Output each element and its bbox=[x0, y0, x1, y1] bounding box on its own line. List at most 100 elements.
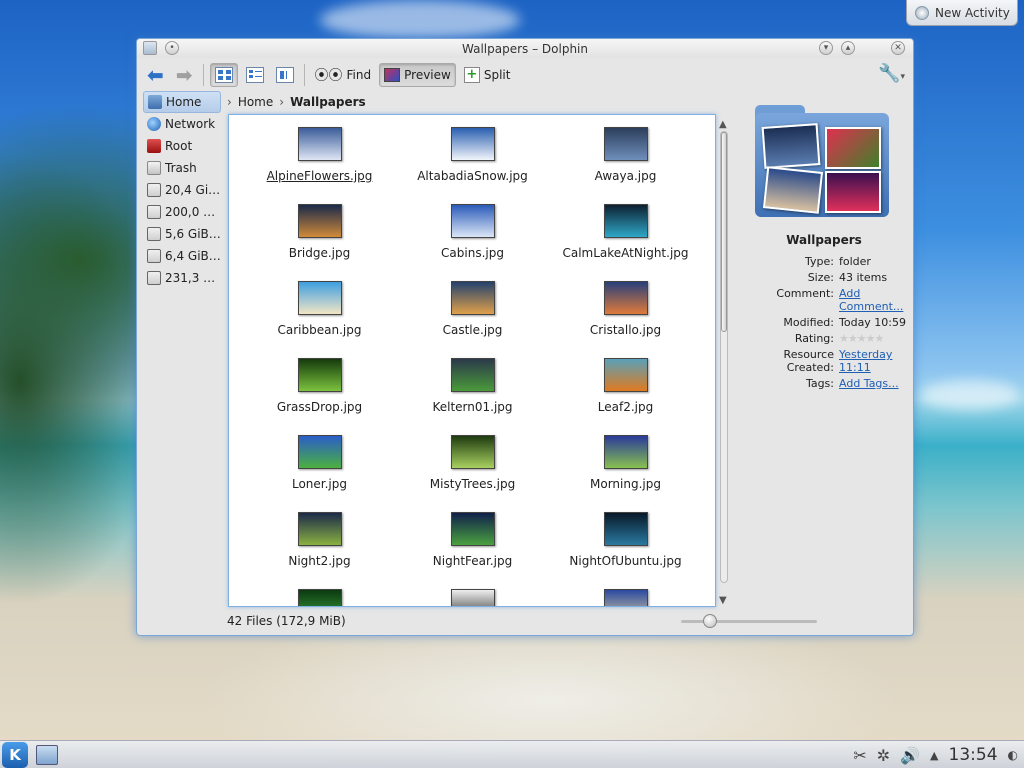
file-item[interactable]: Bridge.jpg bbox=[243, 204, 396, 281]
breadcrumb-current[interactable]: Wallpapers bbox=[290, 95, 366, 109]
vertical-scrollbar[interactable]: ▲ ▼ bbox=[717, 119, 731, 606]
chevron-right-icon: › bbox=[227, 95, 232, 109]
scroll-track[interactable] bbox=[720, 131, 728, 583]
drive-icon bbox=[147, 183, 161, 197]
add-tags-link[interactable]: Add Tags... bbox=[839, 377, 909, 390]
file-item[interactable]: AlpineFlowers.jpg bbox=[243, 127, 396, 204]
places-item[interactable]: Root bbox=[143, 135, 221, 157]
split-button[interactable]: + Split bbox=[460, 63, 515, 87]
file-item[interactable]: Leaf2.jpg bbox=[549, 358, 702, 435]
file-item[interactable]: NightFear.jpg bbox=[396, 512, 549, 589]
file-item[interactable]: AltabadiaSnow.jpg bbox=[396, 127, 549, 204]
main-toolbar: ⬅ ➡ ⦿⦿ Find Preview + Split 🔧▾ bbox=[137, 59, 913, 91]
places-item[interactable]: Network bbox=[143, 113, 221, 135]
drive-icon bbox=[147, 271, 161, 285]
places-item[interactable]: 200,0 … bbox=[143, 201, 221, 223]
icons-view-button[interactable] bbox=[209, 63, 238, 87]
columns-view-button[interactable] bbox=[272, 63, 298, 87]
info-size-row: Size: 43 items bbox=[739, 271, 909, 284]
back-arrow-icon: ⬅ bbox=[147, 63, 164, 87]
network-manager-icon[interactable]: ✲ bbox=[877, 746, 890, 765]
places-item[interactable]: 231,3 … bbox=[143, 267, 221, 289]
pin-icon[interactable]: • bbox=[165, 41, 179, 55]
root-folder-icon bbox=[147, 139, 161, 153]
close-icon[interactable]: ✕ bbox=[891, 41, 905, 55]
file-item[interactable]: Keltern01.jpg bbox=[396, 358, 549, 435]
scroll-thumb[interactable] bbox=[721, 132, 727, 332]
file-thumbnail bbox=[603, 358, 648, 392]
details-view-icon bbox=[245, 67, 264, 83]
rating-stars[interactable]: ★★★★★ bbox=[839, 332, 909, 345]
file-thumbnail bbox=[603, 435, 648, 469]
created-date-link[interactable]: Yesterday 11:11 bbox=[839, 348, 909, 374]
tray-expand-icon[interactable]: ▲ bbox=[930, 749, 938, 762]
window-titlebar[interactable]: • Wallpapers – Dolphin ▾ ▴ ✕ bbox=[137, 39, 913, 58]
task-dolphin-icon[interactable] bbox=[36, 744, 58, 765]
zoom-slider-handle[interactable] bbox=[703, 614, 717, 628]
info-splitter[interactable] bbox=[733, 91, 737, 631]
maximize-icon[interactable]: ▴ bbox=[841, 41, 855, 55]
file-item[interactable]: Morning.jpg bbox=[549, 435, 702, 512]
scroll-down-icon[interactable]: ▼ bbox=[719, 595, 727, 606]
preview-thumb bbox=[761, 123, 821, 169]
status-summary: 42 Files (172,9 MiB) bbox=[227, 614, 346, 628]
file-item[interactable]: Cristallo.jpg bbox=[549, 281, 702, 358]
file-item[interactable] bbox=[243, 589, 396, 606]
file-item[interactable]: Castle.jpg bbox=[396, 281, 549, 358]
preview-button[interactable]: Preview bbox=[379, 63, 456, 87]
kde-menu-button[interactable]: K bbox=[2, 741, 28, 768]
file-thumbnail bbox=[450, 281, 495, 315]
file-thumbnail bbox=[297, 512, 342, 546]
back-button[interactable]: ⬅ bbox=[143, 63, 168, 87]
add-comment-link[interactable]: Add Comment... bbox=[839, 287, 909, 313]
file-grid: AlpineFlowers.jpg AltabadiaSnow.jpg Awaya.… bbox=[243, 127, 703, 606]
details-view-button[interactable] bbox=[242, 63, 268, 87]
places-item[interactable]: Home bbox=[143, 91, 221, 113]
cashew-icon[interactable]: ◐ bbox=[1008, 748, 1018, 762]
forward-button[interactable]: ➡ bbox=[172, 63, 197, 87]
places-item[interactable]: Trash bbox=[143, 157, 221, 179]
file-item[interactable]: MistyTrees.jpg bbox=[396, 435, 549, 512]
file-item[interactable]: GrassDrop.jpg bbox=[243, 358, 396, 435]
places-item[interactable]: 5,6 GiB… bbox=[143, 223, 221, 245]
find-label: Find bbox=[346, 68, 372, 82]
info-title: Wallpapers bbox=[786, 233, 862, 247]
clock[interactable]: 13:54 bbox=[949, 745, 998, 765]
places-item-label: Network bbox=[165, 117, 216, 131]
settings-wrench-icon[interactable]: 🔧▾ bbox=[878, 63, 905, 84]
file-thumbnail bbox=[297, 281, 342, 315]
file-item[interactable]: NightOfUbuntu.jpg bbox=[549, 512, 702, 589]
status-bar: 42 Files (172,9 MiB) bbox=[227, 611, 817, 631]
places-item[interactable]: 20,4 Gi… bbox=[143, 179, 221, 201]
file-name: MistyTrees.jpg bbox=[429, 477, 516, 491]
file-item[interactable]: Cabins.jpg bbox=[396, 204, 549, 281]
places-splitter[interactable] bbox=[223, 91, 227, 631]
file-item[interactable] bbox=[549, 589, 702, 606]
file-item[interactable]: Loner.jpg bbox=[243, 435, 396, 512]
file-thumbnail bbox=[297, 204, 342, 238]
file-item[interactable]: Awaya.jpg bbox=[549, 127, 702, 204]
file-view[interactable]: AlpineFlowers.jpg AltabadiaSnow.jpg Awaya.… bbox=[228, 114, 716, 607]
breadcrumb-home[interactable]: Home bbox=[238, 95, 273, 109]
places-item[interactable]: 6,4 GiB… bbox=[143, 245, 221, 267]
file-name: Castle.jpg bbox=[442, 323, 503, 337]
file-item[interactable] bbox=[396, 589, 549, 606]
file-name: Bridge.jpg bbox=[288, 246, 351, 260]
file-item[interactable]: Caribbean.jpg bbox=[243, 281, 396, 358]
file-thumbnail bbox=[297, 127, 342, 161]
info-comment-row: Comment: Add Comment... bbox=[739, 287, 909, 313]
file-item[interactable]: CalmLakeAtNight.jpg bbox=[549, 204, 702, 281]
places-item-label: 5,6 GiB… bbox=[165, 227, 221, 241]
file-name: CalmLakeAtNight.jpg bbox=[562, 246, 689, 260]
places-item-label: 6,4 GiB… bbox=[165, 249, 221, 263]
klipper-scissors-icon[interactable]: ✂ bbox=[853, 746, 866, 765]
file-item[interactable]: Night2.jpg bbox=[243, 512, 396, 589]
minimize-icon[interactable]: ▾ bbox=[819, 41, 833, 55]
scroll-up-icon[interactable]: ▲ bbox=[719, 119, 727, 130]
dolphin-window: • Wallpapers – Dolphin ▾ ▴ ✕ ⬅ ➡ ⦿⦿ Find… bbox=[136, 38, 914, 636]
find-button[interactable]: ⦿⦿ Find bbox=[311, 63, 376, 87]
volume-icon[interactable]: 🔊 bbox=[900, 746, 920, 765]
new-activity-button[interactable]: New Activity bbox=[906, 0, 1018, 26]
window-menu-icon[interactable] bbox=[143, 41, 157, 55]
preview-thumb bbox=[762, 166, 824, 214]
